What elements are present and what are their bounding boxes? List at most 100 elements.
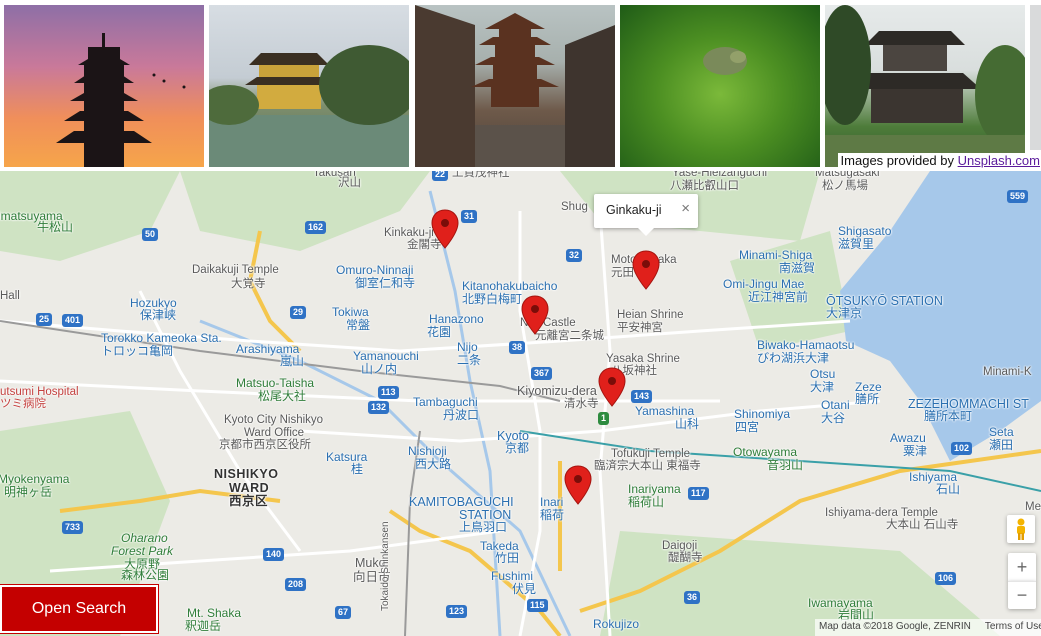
info-window-title: Ginkaku-ji <box>606 203 662 217</box>
pagoda-sunset-photo <box>56 33 186 167</box>
label-omuro-jp: 御室仁和寺 <box>355 276 416 290</box>
gallery-photo[interactable] <box>4 5 204 167</box>
moss-garden-photo <box>703 47 747 75</box>
route-shield: 22 <box>432 171 449 181</box>
label-kiyomizu-jp: 清水寺 <box>564 398 599 410</box>
label-inari-jp: 稲荷 <box>540 508 565 522</box>
label-arashiyama-jp: 嵐山 <box>280 354 305 368</box>
label-hanazono-jp: 花園 <box>427 325 452 339</box>
route-shield: 115 <box>527 599 548 612</box>
golden-pavilion-photo <box>209 45 409 167</box>
map-marker-pin-icon[interactable] <box>431 209 459 249</box>
label-jouju: 上賀茂神社 <box>452 171 510 179</box>
street-view-pegman-icon[interactable] <box>1007 515 1035 543</box>
map-marker-pin-icon[interactable] <box>521 295 549 335</box>
map-marker-pin-icon[interactable] <box>598 367 626 407</box>
silver-pavilion-photo <box>825 5 1025 167</box>
label-shigasato-jp: 滋賀里 <box>838 237 875 251</box>
label-heian: Heian Shrine <box>617 309 684 321</box>
unsplash-link[interactable]: Unsplash.com <box>958 153 1040 168</box>
label-omijingu-jp: 近江神宮前 <box>748 290 809 304</box>
route-shield: 123 <box>446 605 468 618</box>
route-shield: 162 <box>305 221 327 234</box>
route-shield: 367 <box>531 367 553 380</box>
label-otani-jp: 大谷 <box>821 411 846 425</box>
label-kamitobaguchi-jp: 上鳥羽口 <box>459 520 508 534</box>
label-matsugasaki: Matsugasaki <box>815 171 880 179</box>
label-zezehommachi-jp: 膳所本町 <box>924 409 973 423</box>
info-window: Ginkaku-ji × <box>594 194 698 236</box>
photo-gallery: Images provided by Unsplash.com <box>0 0 1041 171</box>
open-search-button[interactable]: Open Search <box>0 584 159 634</box>
label-tambaguchi-jp: 丹波口 <box>443 408 480 422</box>
label-takusan-jp: 沢山 <box>338 177 361 189</box>
label-katsura-jp: 桂 <box>351 462 364 476</box>
label-seta-jp: 瀬田 <box>989 438 1014 452</box>
label-matsugasaki-jp: 松ノ馬場 <box>822 180 868 192</box>
route-shield: 106 <box>935 572 957 585</box>
route-shield: 50 <box>142 228 159 241</box>
label-hospital-jp: ツミ病院 <box>0 398 46 410</box>
route-shield: 132 <box>368 401 390 414</box>
label-shug: Shug <box>561 201 588 213</box>
label-awazu-jp: 粟津 <box>903 444 928 458</box>
map-attribution: Map data ©2018 Google, ZENRIN Terms of Us… <box>815 619 1041 636</box>
label-me: Me <box>1025 501 1041 513</box>
label-matsuo-jp: 松尾大社 <box>258 389 307 403</box>
map-marker-pin-icon[interactable] <box>564 465 592 505</box>
route-shield: 733 <box>62 521 84 534</box>
gallery-photo[interactable] <box>209 5 409 167</box>
label-kiyomizu: Kiyomizu-dera <box>517 384 597 398</box>
label-forestpark-jp2: 森林公園 <box>121 568 170 582</box>
close-icon[interactable]: × <box>681 200 690 217</box>
label-shinkansen: Tokaido Shinkansen <box>380 521 391 611</box>
label-yamanouchi-jp: 山ノ内 <box>361 362 398 376</box>
route-shield: 38 <box>509 341 526 354</box>
route-shield: 208 <box>285 578 307 591</box>
image-credit: Images provided by Unsplash.com <box>837 153 1040 168</box>
zoom-out-button[interactable]: − <box>1008 581 1036 609</box>
route-shield: 29 <box>290 306 307 319</box>
label-torokko-jp: トロッコ亀岡 <box>101 344 174 358</box>
label-aka: aka <box>658 254 677 266</box>
route-shield: 25 <box>36 313 53 326</box>
label-nishikyo-jp: 西京区 <box>229 494 269 508</box>
zoom-in-button[interactable]: + <box>1008 553 1036 581</box>
route-shield: 559 <box>1007 190 1029 203</box>
map-marker-pin-icon[interactable] <box>632 250 660 290</box>
label-daikakuji: Daikakuji Temple <box>192 264 279 276</box>
label-hozukyo-jp: 保津峡 <box>140 308 177 322</box>
gallery-photo[interactable] <box>825 5 1025 167</box>
label-mtshaka-jp: 釈迦岳 <box>185 619 222 633</box>
street-pagoda-photo <box>415 5 615 167</box>
route-shield: 31 <box>461 210 478 223</box>
route-shield: 67 <box>335 606 352 619</box>
label-myokenyama-jp: 明神ヶ岳 <box>4 485 53 499</box>
label-kitano-jp: 北野白梅町 <box>462 292 523 306</box>
label-shinomiya-jp: 四宮 <box>735 420 760 434</box>
route-shield: 1 <box>598 412 610 425</box>
label-fushimi-jp: 伏見 <box>512 582 537 596</box>
gallery-photo[interactable] <box>620 5 820 167</box>
image-credit-text: Images provided by <box>840 153 958 168</box>
label-tofukuji-jp: 臨済宗大本山 東福寺 <box>594 460 701 472</box>
label-moto-jp: 元田 <box>611 267 634 279</box>
label-biwako-jp: びわ湖浜大津 <box>757 351 830 365</box>
google-map[interactable]: Yase-Hieizanguchi 八瀬比叡山口 Matsugasaki 松ノ馬… <box>0 171 1041 636</box>
label-yamashina-jp: 山科 <box>675 417 700 431</box>
label-daigoji-jp: 醍醐寺 <box>668 552 703 564</box>
label-inariyama-jp: 稲荷山 <box>628 495 665 509</box>
label-yase: Yase-Hieizanguchi <box>672 171 768 179</box>
label-minamikusatsu: Minami-K <box>983 366 1032 378</box>
label-otsu-jp: 大津 <box>810 380 835 394</box>
label-wardoffice-jp: 京都市西京区役所 <box>219 439 311 451</box>
label-tokiwa-jp: 常盤 <box>346 318 371 332</box>
gallery-photo[interactable] <box>415 5 615 167</box>
gallery-photo-partial[interactable] <box>1030 5 1041 150</box>
route-shield: 140 <box>263 548 285 561</box>
label-daikakuji-jp: 大覚寺 <box>231 278 266 290</box>
terms-of-use-link[interactable]: Terms of Use <box>985 621 1041 632</box>
label-matsuyama-jp: 牛松山 <box>37 220 74 234</box>
label-nishikyoward: Kyoto City Nishikyo <box>224 414 324 426</box>
label-rokujizo: Rokujizo <box>593 617 640 631</box>
